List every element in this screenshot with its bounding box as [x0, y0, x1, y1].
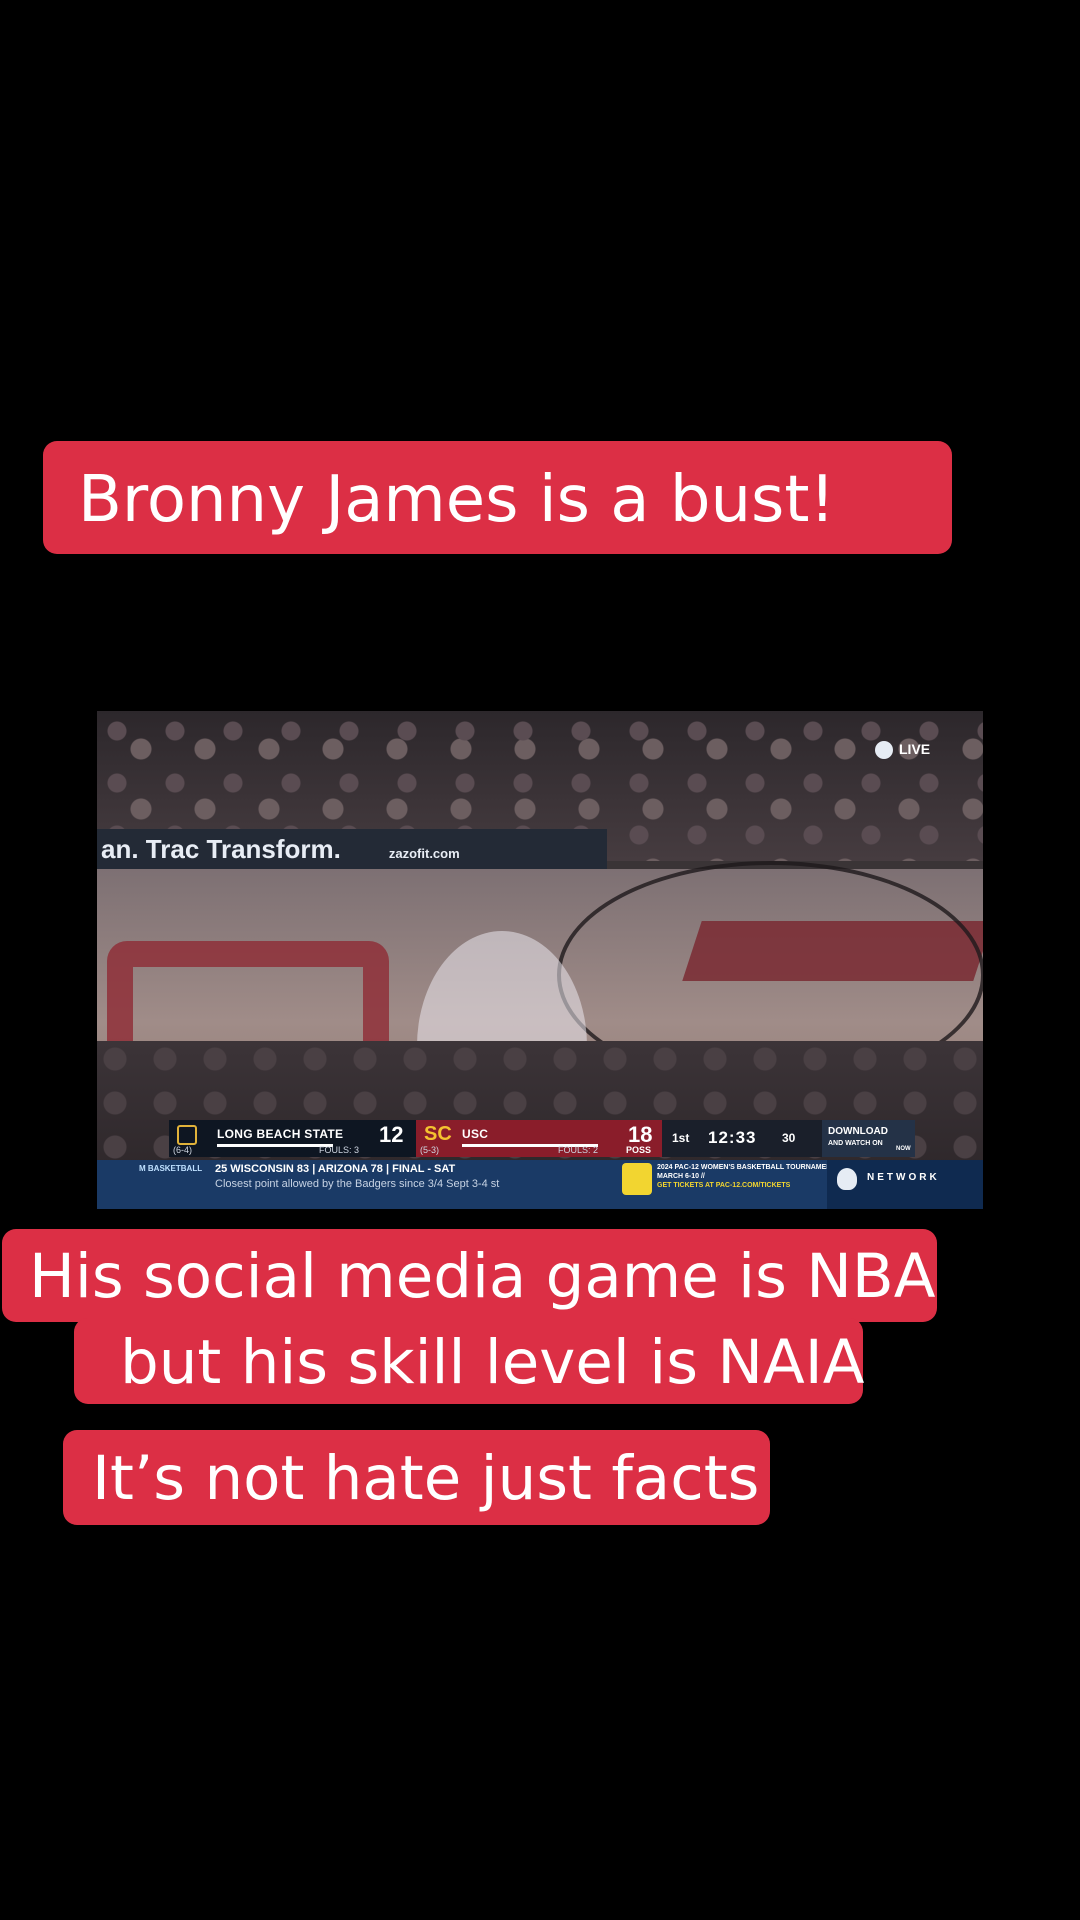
video-frame[interactable]: an. Trac Transform. zazofit.com LIVE LONG…: [97, 711, 983, 1209]
caption-headline: Bronny James is a bust!: [43, 441, 952, 554]
ad-text: an. Trac Transform.: [101, 834, 341, 864]
away-team-fouls: FOULS: 3: [319, 1145, 360, 1155]
home-team-fouls: FOULS: 2: [558, 1145, 599, 1155]
ticker-sub-line: Closest point allowed by the Badgers sin…: [215, 1178, 500, 1190]
home-team-record: (5-3): [420, 1145, 440, 1155]
tournament-promo: 2024 PAC-12 WOMEN'S BASKETBALL TOURNAMEN…: [657, 1163, 836, 1190]
promo-title: 2024 PAC-12 WOMEN'S BASKETBALL TOURNAMEN…: [657, 1164, 836, 1171]
score-ticker: M BASKETBALL 25 WISCONSIN 83 | ARIZONA 7…: [97, 1160, 983, 1209]
scoreboard: LONG BEACH STATE 12 (6-4) FOULS: 3 SC US…: [169, 1120, 915, 1157]
possession-indicator: POSS: [626, 1145, 652, 1155]
promo-tickets: GET TICKETS AT PAC-12.COM/TICKETS: [657, 1182, 791, 1189]
pac12-network-icon: [837, 1168, 857, 1190]
pac12-logo-icon: [875, 741, 893, 760]
scoreboard-team-away: LONG BEACH STATE 12 (6-4) FOULS: 3: [169, 1120, 416, 1157]
caption-line-2: but his skill level is NAIA: [74, 1318, 864, 1404]
live-badge: LIVE: [875, 741, 931, 760]
away-team-score: 12: [379, 1122, 404, 1147]
away-team-record: (6-4): [173, 1145, 193, 1155]
ticker-score-line: 25 WISCONSIN 83 | ARIZONA 78 | FINAL - S…: [215, 1163, 456, 1175]
ad-url: zazofit.com: [388, 846, 460, 861]
caption-line-1: His social media game is NBA: [2, 1229, 937, 1322]
game-clock: 1st 12:33 30: [662, 1120, 822, 1157]
network-label: NETWORK: [867, 1172, 940, 1183]
scoreboard-team-home: SC USC 18 (5-3) FOULS: 2 POSS: [416, 1120, 662, 1157]
now-label: NOW: [896, 1146, 911, 1152]
download-promo: DOWNLOAD AND WATCH ON NOW: [822, 1120, 915, 1157]
caption-closing: It’s not hate just facts: [63, 1430, 770, 1525]
usc-logo-icon: SC: [424, 1123, 452, 1145]
away-team-name: LONG BEACH STATE: [217, 1127, 344, 1141]
period-label: 1st: [672, 1131, 690, 1145]
ad-board: an. Trac Transform. zazofit.com: [97, 829, 607, 869]
home-team-name: USC: [462, 1127, 489, 1141]
live-label: LIVE: [899, 741, 931, 757]
clock-value: 12:33: [708, 1128, 757, 1147]
long-beach-logo-icon: [177, 1125, 197, 1145]
away-timeouts: [217, 1144, 333, 1147]
download-label: DOWNLOAD: [828, 1126, 888, 1137]
watch-on-label: AND WATCH ON: [828, 1140, 883, 1147]
pac12-network-brand: NETWORK: [827, 1160, 983, 1209]
tournament-logo-icon: [622, 1163, 652, 1195]
ticker-category: M BASKETBALL: [139, 1164, 203, 1173]
promo-dates: MARCH 6-10 //: [657, 1173, 705, 1180]
shot-clock: 30: [782, 1131, 796, 1145]
